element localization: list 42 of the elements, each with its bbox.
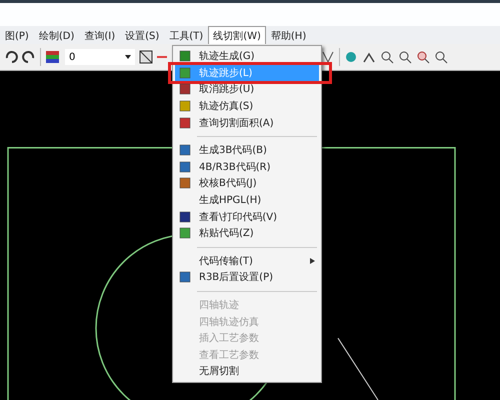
menu-item-icon <box>179 116 191 129</box>
submenu-arrow-icon <box>310 258 315 264</box>
menu-item-icon <box>179 66 191 79</box>
menu-item-icon <box>179 210 191 223</box>
layers-icon[interactable] <box>45 50 61 64</box>
undo-icon[interactable] <box>4 50 18 64</box>
menu-item-icon <box>179 177 191 190</box>
menu-item[interactable]: 轨迹生成(G) <box>175 48 319 65</box>
menu-title[interactable]: 绘制(D) <box>34 26 80 44</box>
menu-item[interactable]: 粘贴代码(Z) <box>175 224 319 242</box>
zoom-window-icon[interactable] <box>416 50 430 64</box>
menu-item-icon <box>179 100 191 112</box>
line-segment <box>338 338 378 400</box>
layer-combo[interactable]: 0 <box>65 49 135 65</box>
dropdown-arrow-icon <box>125 55 131 59</box>
menu-title[interactable]: 查询(I) <box>79 26 120 44</box>
menu-title[interactable]: 设置(S) <box>120 26 164 44</box>
redo-icon[interactable] <box>22 50 36 64</box>
menu-item[interactable]: 代码传输(T) <box>175 252 319 270</box>
menu-item-icon <box>179 271 191 284</box>
menu-item[interactable]: 查询切割面积(A) <box>175 114 319 131</box>
filter-icon[interactable] <box>321 50 335 64</box>
menu-title[interactable]: 帮助(H) <box>266 26 312 44</box>
menu-title[interactable]: 图(P) <box>0 26 34 44</box>
menu-item[interactable]: 轨迹仿真(S) <box>175 98 319 114</box>
menu-item-icon <box>179 160 191 173</box>
menu-item-icon <box>179 227 191 240</box>
menu-item[interactable]: 查看\打印代码(V) <box>175 208 319 225</box>
menu-item-icon <box>179 144 191 156</box>
menu-item[interactable]: 无屑切割 <box>175 363 319 380</box>
frame-icon[interactable] <box>139 50 153 64</box>
menu-title[interactable]: 工具(T) <box>164 26 208 44</box>
menu-item[interactable]: R3B后置设置(P) <box>175 269 319 286</box>
menu-item[interactable]: 生成HPGL(H) <box>175 192 319 208</box>
menu-item-icon <box>179 83 191 96</box>
menu-item[interactable]: 取消跳步(U) <box>175 81 319 98</box>
menu-item[interactable]: 4B/R3B代码(R) <box>175 158 319 176</box>
menu-item-icon <box>179 50 191 62</box>
menu-title[interactable]: 线切割(W) <box>208 26 266 44</box>
zoom-icon[interactable] <box>398 50 412 64</box>
menu-item[interactable]: 校核B代码(J) <box>175 175 319 192</box>
menu-item[interactable]: 生成3B代码(B) <box>175 142 319 159</box>
